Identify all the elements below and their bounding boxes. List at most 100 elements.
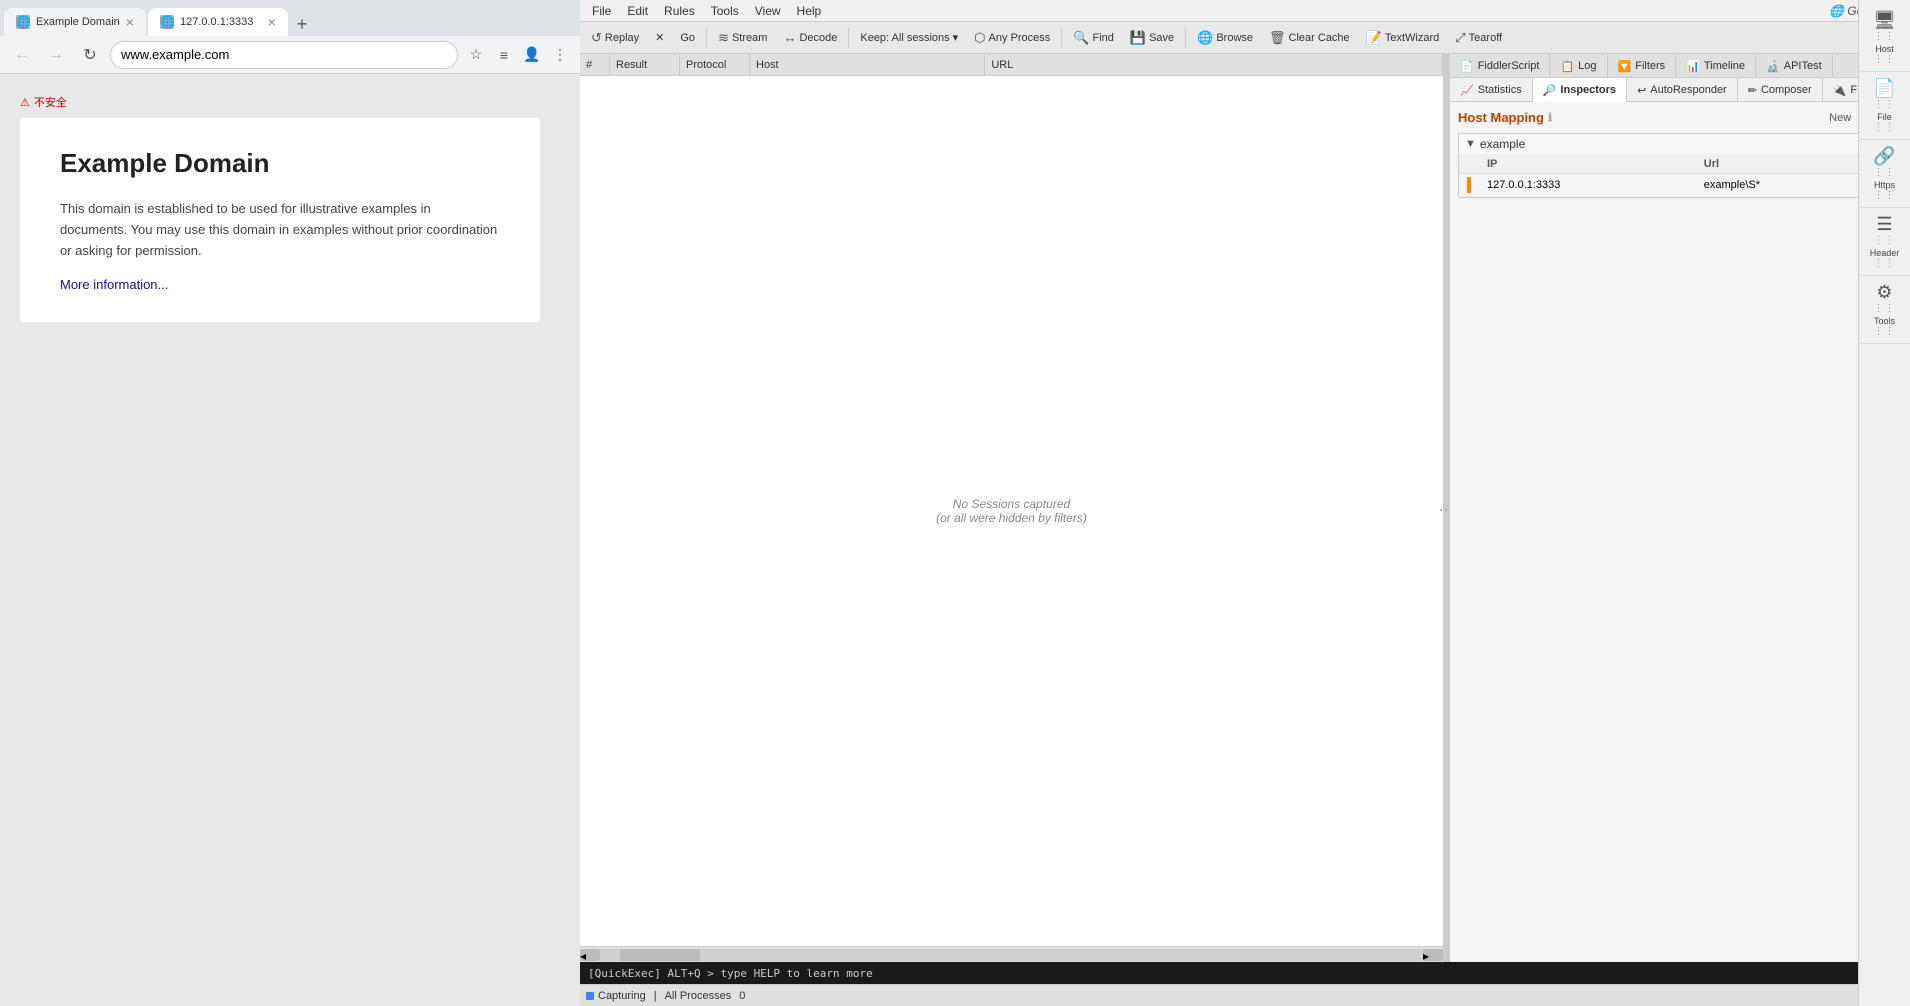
https-label: Https: [1874, 180, 1895, 190]
hm-table-row[interactable]: 127.0.0.1:3333 example\S* ✓: [1459, 174, 1901, 197]
tab-close-2[interactable]: ×: [268, 14, 276, 30]
more-info-link[interactable]: More information...: [60, 277, 168, 292]
tab-statistics[interactable]: 📈 Statistics: [1450, 78, 1533, 102]
toolbar-actions: ☆ ≡ 👤 ⋮: [464, 43, 572, 67]
quickexec-text: [QuickExec] ALT+Q > type HELP to learn m…: [588, 967, 873, 980]
tab-timeline[interactable]: 📊 Timeline: [1676, 54, 1756, 78]
tab-fiddler-script[interactable]: 📄 FiddlerScript: [1450, 54, 1550, 78]
file-icon: 📄: [1873, 78, 1895, 99]
hm-title-text: Host Mapping: [1458, 110, 1544, 125]
sessions-scrollbar[interactable]: ◂ ▸: [580, 946, 1443, 962]
menu-help[interactable]: Help: [789, 2, 830, 20]
separator-4: [1185, 28, 1186, 48]
hm-info-icon: ℹ: [1548, 111, 1552, 124]
security-warning: ⚠ 不安全: [20, 94, 560, 110]
close-replay-button[interactable]: ✕: [648, 26, 671, 50]
tab-favicon-1: 🌐: [16, 15, 30, 29]
sessions-header: # Result Protocol Host URL: [580, 54, 1443, 76]
hm-group-toggle[interactable]: ▼: [1465, 138, 1476, 150]
header-dots2: ⋮⋮: [1874, 258, 1896, 269]
page-heading: Example Domain: [60, 148, 500, 179]
menu-rules[interactable]: Rules: [656, 2, 703, 20]
menu-file[interactable]: File: [584, 2, 619, 20]
process-label: All Processes: [665, 990, 732, 1002]
menu-tools[interactable]: Tools: [703, 2, 747, 20]
tab-composer[interactable]: ✏ Composer: [1738, 78, 1823, 102]
menu-view[interactable]: View: [747, 2, 789, 20]
header-label: Header: [1870, 248, 1900, 258]
browser-content: ⚠ 不安全 Example Domain This domain is esta…: [0, 74, 580, 1006]
scroll-thumb[interactable]: [620, 949, 700, 961]
any-process-button[interactable]: ⬡ Any Process: [967, 26, 1057, 50]
tab-inspectors[interactable]: 🔎 Inspectors: [1533, 78, 1627, 102]
sidebar-icon-https[interactable]: 🔗 ⋮⋮ Https ⋮⋮: [1859, 140, 1910, 208]
sidebar-icon-tools[interactable]: ⚙ ⋮⋮ Tools ⋮⋮: [1859, 276, 1910, 344]
hm-col-url: Url: [1696, 155, 1871, 174]
https-dots2: ⋮⋮: [1874, 190, 1896, 201]
capturing-label: Capturing: [598, 990, 646, 1002]
keep-sessions-button[interactable]: Keep: All sessions ▾: [853, 26, 965, 50]
separator-1: [706, 28, 707, 48]
find-button[interactable]: 🔍 Find: [1066, 26, 1121, 50]
tab-close-1[interactable]: ×: [126, 14, 134, 30]
file-dots: ⋮⋮: [1874, 99, 1896, 110]
stream-button[interactable]: ≋ Stream: [711, 26, 774, 50]
hm-row-ip: 127.0.0.1:3333: [1479, 174, 1696, 197]
apitest-icon: 🔬: [1766, 60, 1780, 73]
chevron-down-icon: ▾: [953, 31, 959, 44]
tab-log[interactable]: 📋 Log: [1550, 54, 1607, 78]
decode-button[interactable]: ↔ Decode: [776, 26, 844, 50]
no-sessions-sub: (or all were hidden by filters): [936, 511, 1087, 525]
back-button[interactable]: ←: [8, 41, 36, 69]
browse-button[interactable]: 🌐 Browse: [1190, 26, 1260, 50]
tearoff-button[interactable]: ⤢ Tearoff: [1448, 26, 1509, 50]
tab-filters[interactable]: 🔽 Filters: [1608, 54, 1677, 78]
scroll-track[interactable]: [600, 949, 1423, 961]
browser-window: 🌐 Example Domain × 🌐 127.0.0.1:3333 × + …: [0, 0, 580, 1006]
clear-cache-button[interactable]: 🗑 Clear Cache: [1262, 26, 1357, 50]
inspector-icon: 🔎: [1543, 84, 1557, 97]
bookmark-button[interactable]: ☆: [464, 43, 488, 67]
sidebar-icon-host[interactable]: 🖥 ⋮⋮ Host ⋮⋮: [1859, 54, 1910, 72]
tab-apitest[interactable]: 🔬 APITest: [1756, 54, 1833, 78]
https-dots: ⋮⋮: [1874, 167, 1896, 178]
tab-autoresponder[interactable]: ↩ AutoResponder: [1627, 78, 1738, 102]
forward-button[interactable]: →: [42, 41, 70, 69]
browser-tab-2[interactable]: 🌐 127.0.0.1:3333 ×: [148, 8, 288, 36]
status-capture: Capturing: [586, 990, 646, 1002]
separator-3: [1061, 28, 1062, 48]
composer-icon: ✏: [1748, 84, 1757, 97]
tearoff-icon: ⤢: [1455, 30, 1465, 46]
account-button[interactable]: 👤: [520, 43, 544, 67]
hm-group-name: example: [1480, 137, 1877, 151]
https-icon: 🔗: [1873, 146, 1895, 167]
scroll-left[interactable]: ◂: [580, 949, 600, 961]
go-button[interactable]: Go: [673, 26, 702, 50]
menu-edit[interactable]: Edit: [619, 2, 656, 20]
tools-dots: ⋮⋮: [1874, 303, 1896, 314]
fiddler-menu: File Edit Rules Tools View Help 🌐 GeoEdg…: [580, 0, 1910, 22]
replay-button[interactable]: ↺ Replay: [584, 26, 646, 50]
hm-new-button[interactable]: New: [1829, 112, 1851, 124]
script-icon: 📄: [1460, 60, 1474, 73]
new-tab-button[interactable]: +: [290, 12, 314, 36]
reader-button[interactable]: ≡: [492, 43, 516, 67]
sessions-panel: # Result Protocol Host URL No Sessions c…: [580, 54, 1444, 962]
quickexec-bar[interactable]: [QuickExec] ALT+Q > type HELP to learn m…: [580, 962, 1910, 984]
warning-icon: ⚠: [20, 96, 30, 109]
address-bar[interactable]: [110, 41, 458, 69]
hm-table: IP Url 127.0.0.1:3333 exam: [1459, 155, 1901, 197]
right-sidebar: 🖥 ⋮⋮ Host ⋮⋮ 📄 ⋮⋮ File ⋮⋮ 🔗 ⋮⋮ Https ⋮⋮ …: [1858, 54, 1910, 962]
text-wizard-button[interactable]: 📝 TextWizard: [1359, 26, 1447, 50]
sidebar-icon-file[interactable]: 📄 ⋮⋮ File ⋮⋮: [1859, 72, 1910, 140]
session-count: 0: [739, 990, 745, 1002]
browser-toolbar: ← → ↻ ☆ ≡ 👤 ⋮: [0, 36, 580, 74]
sidebar-icon-header[interactable]: ☰ ⋮⋮ Header ⋮⋮: [1859, 208, 1910, 276]
browser-tab-1[interactable]: 🌐 Example Domain ×: [4, 8, 146, 36]
scroll-right[interactable]: ▸: [1423, 949, 1443, 961]
hm-col-indicator: [1459, 155, 1479, 174]
save-button[interactable]: 💾 Save: [1123, 26, 1181, 50]
menu-button[interactable]: ⋮: [548, 43, 572, 67]
reload-button[interactable]: ↻: [76, 41, 104, 69]
hm-header: Host Mapping ℹ New Disabled: [1458, 110, 1902, 125]
